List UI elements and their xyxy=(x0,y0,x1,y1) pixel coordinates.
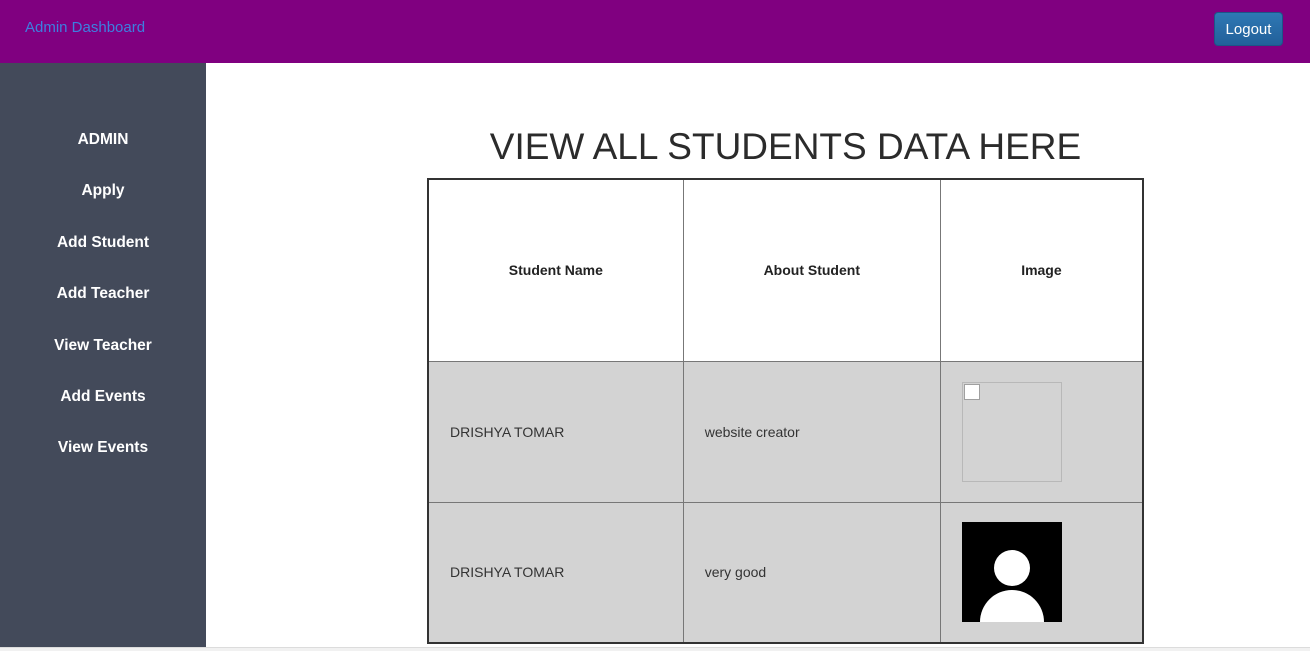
image-cell xyxy=(939,501,1144,644)
sidebar-item-view-events[interactable]: View Events xyxy=(0,439,206,457)
sidebar-item-add-teacher[interactable]: Add Teacher xyxy=(0,285,206,303)
student-name-cell: DRISHYA TOMAR xyxy=(427,360,684,503)
sidebar: ADMIN Apply Add Student Add Teacher View… xyxy=(0,63,206,647)
sidebar-item-add-student[interactable]: Add Student xyxy=(0,234,206,252)
top-navbar: Admin Dashboard Logout xyxy=(0,0,1310,63)
table-row: DRISHYA TOMAR very good xyxy=(427,501,1144,644)
page-title: VIEW ALL STUDENTS DATA HERE xyxy=(489,126,1082,167)
brand-link[interactable]: Admin Dashboard xyxy=(25,19,145,36)
sidebar-item-admin[interactable]: ADMIN xyxy=(0,131,206,149)
broken-image-icon xyxy=(961,381,1062,482)
about-student-cell: website creator xyxy=(682,360,941,503)
sidebar-item-add-events[interactable]: Add Events xyxy=(0,388,206,406)
image-cell xyxy=(939,360,1144,503)
table-row: DRISHYA TOMAR website creator xyxy=(427,360,1144,503)
broken-image-placeholder-icon xyxy=(963,383,980,400)
column-header-student-name: Student Name xyxy=(427,178,684,362)
sidebar-item-view-teacher[interactable]: View Teacher xyxy=(0,337,206,355)
user-avatar-icon xyxy=(961,522,1062,623)
page-bottom-border xyxy=(0,647,1310,651)
column-header-image: Image xyxy=(939,178,1144,362)
about-student-cell: very good xyxy=(682,501,941,644)
table-header-row: Student Name About Student Image xyxy=(427,178,1144,362)
column-header-about-student: About Student xyxy=(682,178,941,362)
sidebar-item-apply[interactable]: Apply xyxy=(0,182,206,200)
student-name-cell: DRISHYA TOMAR xyxy=(427,501,684,644)
logout-button[interactable]: Logout xyxy=(1214,12,1283,46)
students-table: Student Name About Student Image DRISHYA… xyxy=(427,178,1144,644)
